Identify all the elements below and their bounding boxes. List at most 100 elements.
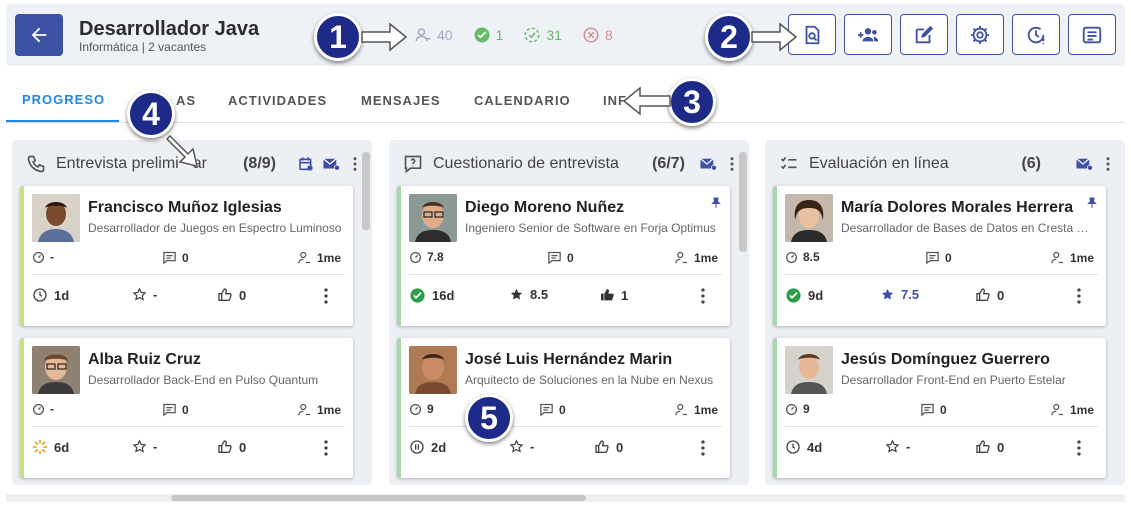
candidate-role: Desarrollador de Bases de Datos en Crest… (841, 221, 1095, 235)
email-schedule-icon[interactable] (322, 156, 340, 172)
rating[interactable]: - (885, 439, 910, 454)
card-menu-icon[interactable] (1076, 439, 1082, 457)
candidate-name[interactable]: José Luis Hernández Marin (465, 351, 672, 369)
callout-badge-3: 3 (668, 78, 716, 126)
messages-metric: 0 (547, 250, 574, 265)
likes[interactable]: 0 (217, 439, 246, 455)
thumbs-up-outline-icon (976, 288, 990, 302)
candidate-card[interactable]: Diego Moreno Nuñez Ingeniero Senior de S… (397, 186, 730, 326)
card-actions: 9d 7.5 0 (785, 287, 1098, 307)
gauge-icon (32, 403, 45, 415)
more-vertical-icon[interactable] (725, 155, 739, 173)
questionnaire-icon (404, 155, 422, 174)
card-menu-icon[interactable] (1076, 287, 1082, 305)
rating[interactable]: - (132, 439, 157, 454)
card-actions: 6d - 0 (32, 439, 345, 459)
pin-icon[interactable] (710, 196, 722, 210)
candidate-name[interactable]: Alba Ruiz Cruz (88, 351, 201, 369)
likes[interactable]: 0 (217, 287, 246, 303)
notes-icon (1082, 26, 1102, 43)
tab-mensajes[interactable]: MENSAJES (345, 78, 458, 122)
candidate-card[interactable]: Francisco Muñoz Iglesias Desarrollador d… (20, 186, 353, 326)
more-vertical-icon[interactable] (1101, 155, 1115, 173)
candidate-name[interactable]: Jesús Domínguez Guerrero (841, 351, 1050, 369)
star-outline-icon (509, 439, 524, 453)
time-in-stage: 2d (409, 439, 446, 455)
card-menu-icon[interactable] (323, 287, 329, 305)
pin-icon[interactable] (1086, 196, 1098, 210)
comment-icon (163, 403, 176, 417)
score-metric: 9 (409, 402, 434, 416)
email-schedule-icon[interactable] (1075, 156, 1093, 172)
candidate-name[interactable]: Francisco Muñoz Iglesias (88, 199, 282, 217)
stat-rejected[interactable]: 8 (582, 26, 613, 44)
likes[interactable]: 0 (975, 439, 1004, 455)
candidate-role: Desarrollador Front-End en Puerto Estela… (841, 373, 1066, 387)
avatar (785, 346, 833, 394)
rating[interactable]: 7.5 (880, 287, 919, 302)
email-schedule-icon[interactable] (699, 156, 717, 172)
candidate-card[interactable]: José Luis Hernández Marin Arquitecto de … (397, 338, 730, 478)
history-button[interactable] (1012, 14, 1060, 55)
time-in-stage: 9d (785, 287, 823, 304)
card-menu-icon[interactable] (323, 439, 329, 457)
card-metrics: 9 0 1me (785, 402, 1098, 420)
likes[interactable]: 0 (975, 287, 1004, 303)
column-header: Evaluación en línea (6) (765, 140, 1125, 188)
user-clock-icon (675, 403, 688, 416)
rating[interactable]: - (509, 439, 534, 454)
user-clock-icon (298, 403, 311, 416)
dashed-check-icon (524, 27, 540, 43)
tab-actividades[interactable]: ACTIVIDADES (212, 78, 345, 122)
tab-calendario[interactable]: CALENDARIO (458, 78, 587, 122)
preview-icon (805, 25, 820, 44)
callout-arrow-4 (166, 134, 199, 168)
stat-in-progress-value: 31 (546, 27, 562, 43)
calendar-schedule-icon[interactable] (298, 156, 314, 172)
card-menu-icon[interactable] (700, 287, 706, 305)
card-metrics: 8.5 0 1me (785, 250, 1098, 268)
back-button[interactable] (15, 14, 63, 56)
rating[interactable]: 8.5 (509, 287, 548, 302)
candidate-card[interactable]: María Dolores Morales Herrera Desarrolla… (773, 186, 1106, 326)
column-count: (8/9) (243, 155, 276, 172)
messages-metric: 0 (920, 402, 947, 417)
stage-column-cuestionario: Cuestionario de entrevista (6/7) Diego M… (389, 140, 749, 485)
candidate-card[interactable]: Jesús Domínguez Guerrero Desarrollador F… (773, 338, 1106, 478)
column-scrollbar[interactable] (739, 152, 747, 252)
stage-column-evaluacion-en-linea: Evaluación en línea (6) María Dolores Mo… (765, 140, 1125, 485)
score-metric: 8.5 (785, 250, 820, 264)
job-subtitle: Informática | 2 vacantes (79, 40, 207, 54)
clock-icon (786, 440, 800, 454)
candidate-card[interactable]: Alba Ruiz Cruz Desarrollador Back-End en… (20, 338, 353, 478)
candidate-name[interactable]: María Dolores Morales Herrera (841, 199, 1073, 217)
candidate-role: Arquitecto de Soluciones en la Nube en N… (465, 373, 714, 387)
add-candidate-button[interactable] (844, 14, 892, 55)
candidate-role: Ingeniero Senior de Software en Forja Op… (465, 221, 716, 235)
stat-candidates[interactable]: 40 (414, 26, 453, 44)
candidate-name[interactable]: Diego Moreno Nuñez (465, 199, 624, 217)
stat-hired[interactable]: 1 (473, 26, 504, 44)
tab-progreso[interactable]: PROGRESO (6, 78, 119, 122)
edit-button[interactable] (900, 14, 948, 55)
card-divider (785, 274, 1098, 275)
column-scrollbar[interactable] (362, 152, 370, 230)
messages-metric: 0 (539, 402, 566, 417)
likes[interactable]: 1 (599, 287, 628, 303)
likes[interactable]: 0 (594, 439, 623, 455)
card-actions: 4d - 0 (785, 439, 1098, 459)
settings-button[interactable] (956, 14, 1004, 55)
more-vertical-icon[interactable] (348, 155, 362, 173)
star-outline-icon (132, 287, 147, 301)
card-metrics: 9 0 1me (409, 402, 722, 420)
rating[interactable]: - (132, 287, 157, 302)
column-title: Entrevista prelimi ar (56, 155, 207, 172)
stat-hired-value: 1 (495, 27, 504, 43)
card-menu-icon[interactable] (700, 439, 706, 457)
stat-in-progress[interactable]: 31 (523, 26, 562, 44)
notes-button[interactable] (1068, 14, 1116, 55)
card-divider (785, 426, 1098, 427)
column-title: Evaluación en línea (809, 155, 949, 172)
scrollbar-thumb[interactable] (171, 495, 586, 501)
board-horizontal-scrollbar[interactable] (6, 494, 1125, 502)
